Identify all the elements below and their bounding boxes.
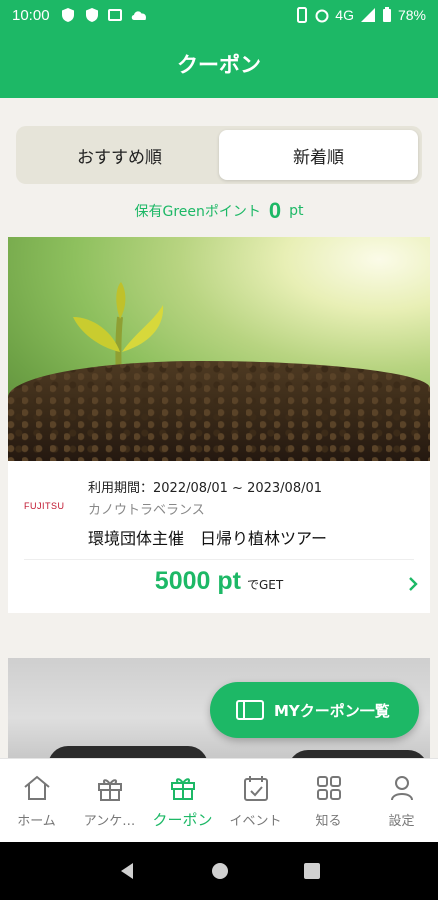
system-nav-bar (0, 842, 438, 900)
price-suffix: でGET (246, 578, 284, 592)
battery-level: 78% (397, 7, 426, 23)
grid-icon (316, 776, 341, 800)
recents-icon[interactable] (303, 862, 321, 880)
coupon-ticket-icon (236, 700, 264, 720)
back-icon[interactable] (117, 861, 137, 881)
gift-icon (97, 779, 122, 801)
nav-label: ホーム (17, 814, 56, 829)
vibrate-icon (297, 7, 308, 23)
nav-event[interactable]: イベント (219, 759, 292, 842)
points-unit: pt (289, 203, 304, 219)
points-label: 保有Greenポイント (134, 204, 261, 220)
my-coupons-label: MYクーポン一覧 (274, 701, 390, 720)
coupon-title: 環境団体主催 日帰り植林ツアー (88, 529, 328, 548)
nav-label: イベント (229, 814, 282, 829)
coupon-card[interactable]: FUJITSU 利用期間：2022/08/01 ~ 2023/08/01 カノウ… (8, 237, 430, 613)
screenshot-icon (107, 9, 122, 21)
nav-settings[interactable]: 設定 (365, 759, 438, 842)
nav-label: 設定 (388, 814, 415, 829)
bottom-nav: ホーム アンケ… クーポン イベント 知る 設定 (0, 758, 438, 842)
coupon-image (48, 746, 208, 758)
home-circle-icon[interactable] (210, 861, 230, 881)
nav-label: クーポン (152, 811, 213, 829)
coupon-info: FUJITSU 利用期間：2022/08/01 ~ 2023/08/01 カノウ… (8, 461, 430, 561)
status-right: 4G 78% (295, 7, 426, 23)
battery-icon (382, 7, 391, 22)
status-bar: 10:00 4G 78% (0, 0, 438, 30)
shield-icon (61, 8, 74, 22)
app-bar: クーポン (0, 30, 438, 98)
calendar-icon (243, 776, 268, 801)
nav-home[interactable]: ホーム (0, 759, 73, 842)
nav-label: 知る (315, 814, 342, 829)
nav-survey[interactable]: アンケ… (73, 759, 146, 842)
coupon-merchant: カノウトラベランス (88, 503, 205, 518)
network-type: 4G (335, 7, 354, 23)
nav-label: アンケ… (83, 814, 136, 829)
person-icon (390, 776, 413, 801)
status-time: 10:00 (12, 6, 50, 24)
nav-learn[interactable]: 知る (292, 759, 365, 842)
home-icon (23, 775, 50, 800)
page-title: クーポン (177, 53, 261, 77)
cloud-icon (131, 11, 146, 20)
coupon-price: 5000 pt でGET (8, 567, 430, 607)
notification-icons (60, 7, 148, 23)
tab-recommended[interactable]: おすすめ順 (20, 130, 219, 180)
price-amount: 5000 pt (154, 567, 241, 595)
coupon-period: 利用期間：2022/08/01 ~ 2023/08/01 (88, 481, 323, 496)
sort-segmented-control: おすすめ順 新着順 (16, 126, 422, 184)
shield-icon (85, 8, 98, 22)
points-summary: 保有Greenポイント 0 pt (0, 196, 438, 226)
alarm-icon (315, 9, 329, 23)
soil (8, 361, 430, 461)
coupon-image (288, 750, 428, 758)
chevron-right-icon[interactable] (404, 575, 422, 593)
nav-coupon[interactable]: クーポン (146, 759, 219, 842)
signal-icon (360, 8, 375, 22)
coupon-image (8, 237, 430, 461)
coupon-gift-icon (170, 778, 195, 800)
tab-newest[interactable]: 新着順 (219, 130, 418, 180)
my-coupons-button[interactable]: MYクーポン一覧 (210, 682, 419, 738)
points-value: 0 (268, 198, 282, 223)
merchant-logo: FUJITSU (24, 501, 65, 511)
divider (24, 559, 414, 560)
